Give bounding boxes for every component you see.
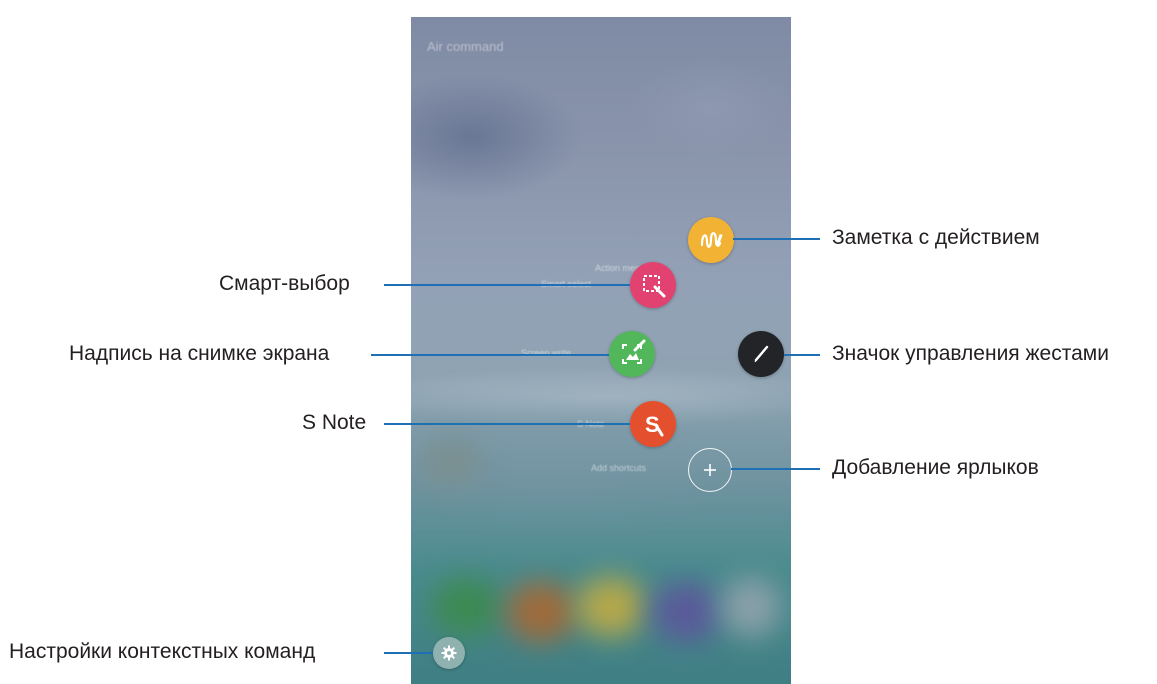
callout-screen-write: Надпись на снимке экрана [69,342,330,365]
smart-select-icon[interactable] [630,262,676,308]
gear-icon [441,645,457,661]
leader-line-add-shortcuts [731,468,820,470]
leader-line-settings [384,652,433,654]
action-memo-icon[interactable] [688,217,734,263]
menu-label-add-shortcuts: Add shortcuts [591,463,647,473]
svg-text:S: S [645,412,660,437]
settings-button[interactable] [433,637,465,669]
callout-gesture-icon: Значок управления жестами [832,342,1109,365]
app-icon-blur [651,582,721,642]
menu-label-screen-write: Screen write [521,348,572,358]
leader-line-screen-write [371,354,609,356]
add-shortcuts-button[interactable] [688,448,732,492]
app-icon-blur [431,577,501,637]
screen-title: Air command [427,39,504,54]
leader-line-smart-select [384,284,630,286]
callout-smart-select: Смарт-выбор [219,272,350,295]
plus-icon [704,464,716,476]
leader-line-s-note [384,423,630,425]
air-command-screen: Air command Action memo Smart select Scr… [411,17,791,684]
callout-settings: Настройки контекстных команд [9,640,316,663]
leader-line-gesture-icon [784,354,820,356]
app-icon-blur [721,577,781,637]
screen-write-icon[interactable] [609,331,655,377]
callout-s-note: S Note [302,411,367,434]
leader-line-action-memo [733,238,820,240]
pen-icon[interactable] [738,331,784,377]
callout-add-shortcuts: Добавление ярлыков [832,456,1039,479]
callout-action-memo: Заметка с действием [832,226,1040,249]
app-icon-blur [576,577,646,637]
app-icon-blur [506,582,576,642]
widget-blur [421,437,481,487]
s-note-icon[interactable]: S [630,401,676,447]
